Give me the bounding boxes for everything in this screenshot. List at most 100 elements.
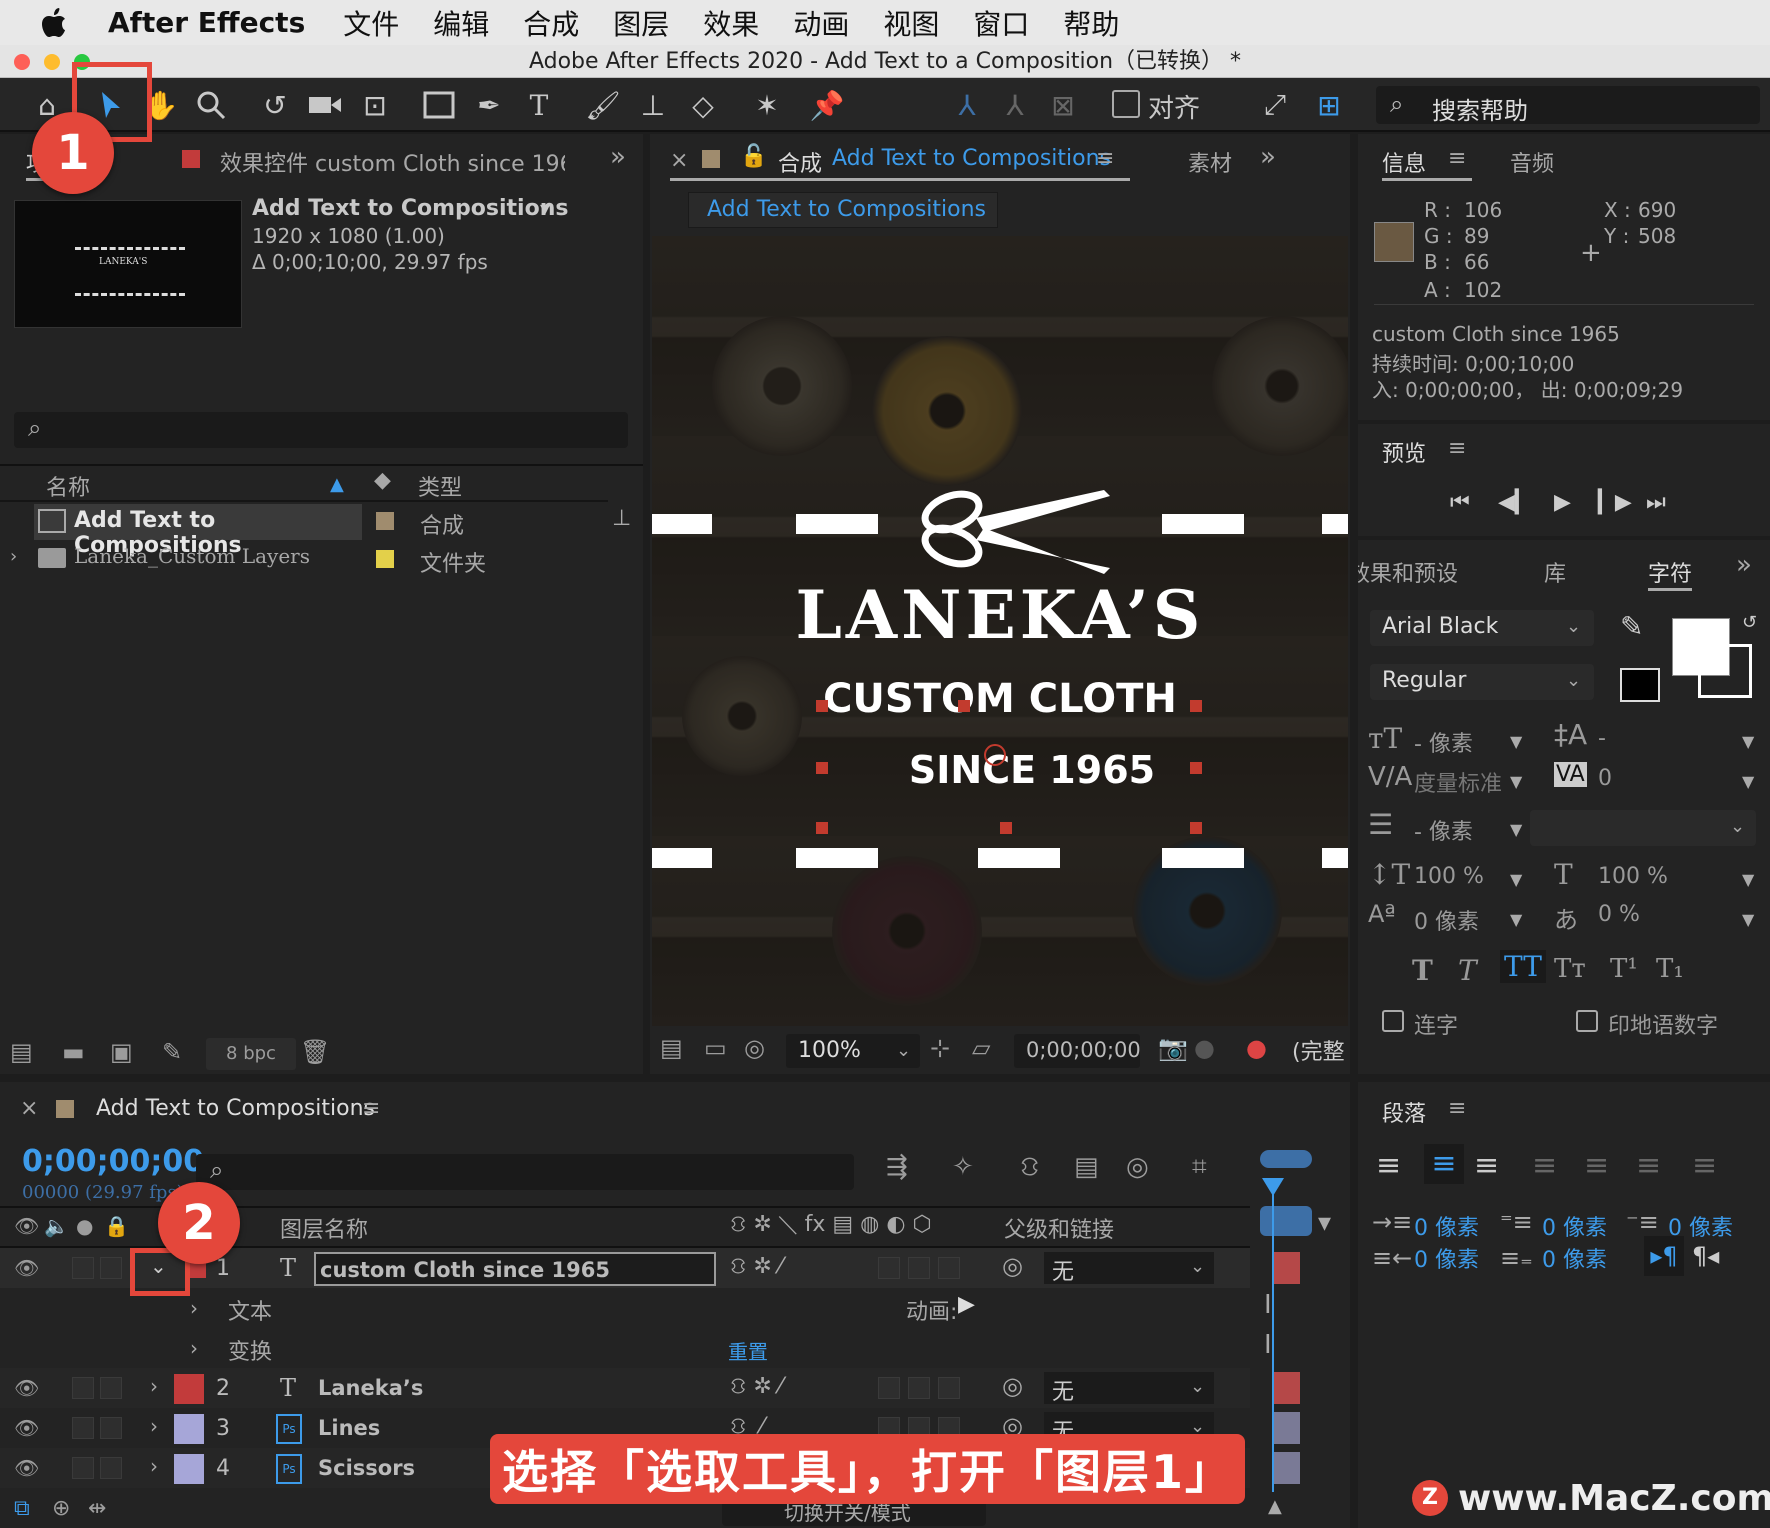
last-frame-icon[interactable]: ⏭: [1646, 490, 1666, 515]
small-caps-icon[interactable]: Tт: [1554, 954, 1586, 984]
pan-behind-tool-icon[interactable]: ⊡: [356, 86, 394, 124]
panel-menu-icon[interactable]: ≡: [362, 1096, 380, 1121]
align-right-icon[interactable]: ≡: [1474, 1148, 1499, 1183]
bounding-handle[interactable]: [816, 700, 828, 712]
project-search-input[interactable]: ⌕: [14, 412, 628, 448]
grid-guides-icon[interactable]: ⊹: [930, 1034, 950, 1062]
zoom-out-icon[interactable]: ▲: [1268, 1496, 1282, 1517]
bounding-handle[interactable]: [1190, 822, 1202, 834]
label-color-chip[interactable]: [174, 1374, 204, 1404]
pen-tool-icon[interactable]: ✒: [470, 86, 508, 124]
column-name[interactable]: 名称: [46, 470, 90, 502]
menu-app-name[interactable]: After Effects: [108, 6, 305, 39]
label-color-chip[interactable]: [174, 1414, 204, 1444]
tab-character[interactable]: 字符: [1648, 556, 1692, 588]
bit-depth-button[interactable]: 8 bpc: [206, 1038, 296, 1070]
expand-arrow-icon[interactable]: ›: [150, 1414, 158, 1438]
switch-toggle[interactable]: [878, 1257, 900, 1279]
bounding-handle[interactable]: [1190, 762, 1202, 774]
apple-icon[interactable]: [0, 0, 108, 45]
chevron-down-icon[interactable]: ▼: [1742, 732, 1754, 751]
panel-menu-icon[interactable]: ≡: [1096, 146, 1114, 171]
stroke-style-select[interactable]: ⌄: [1530, 810, 1756, 846]
new-composition-icon[interactable]: ▣: [110, 1038, 133, 1066]
expand-arrow-icon[interactable]: ›: [150, 1374, 158, 1398]
switch-toggle[interactable]: [908, 1377, 930, 1399]
layer-name[interactable]: Scissors: [318, 1456, 415, 1480]
tagline-text-2[interactable]: SINCE 1965: [652, 748, 1272, 792]
align-left-icon[interactable]: ≡: [1376, 1148, 1401, 1183]
pick-whip-icon[interactable]: ◎: [1002, 1252, 1023, 1280]
switch-toggle[interactable]: [908, 1257, 930, 1279]
comment-marker-icon[interactable]: ▾: [1318, 1208, 1331, 1238]
rectangle-tool-icon[interactable]: [420, 86, 458, 124]
roto-brush-tool-icon[interactable]: ✶: [748, 86, 786, 124]
indent-left-value[interactable]: 0 像素: [1414, 1210, 1479, 1242]
anchor-point-icon[interactable]: [984, 744, 1006, 766]
label-color-chip[interactable]: [174, 1454, 204, 1484]
tracking-value[interactable]: 0: [1598, 766, 1612, 791]
tab-footage[interactable]: 素材: [1188, 146, 1232, 178]
tab-effect-controls[interactable]: 效果控件 custom Cloth since 1965: [220, 146, 565, 178]
menu-help[interactable]: 帮助: [1063, 3, 1119, 43]
column-parent[interactable]: 父级和链接: [1004, 1212, 1114, 1244]
motion-blur-icon[interactable]: ◎: [1126, 1152, 1149, 1182]
flowchart-icon[interactable]: ⊥: [612, 506, 631, 531]
zoom-select[interactable]: 100% ⌄: [786, 1034, 920, 1068]
swap-colors-icon[interactable]: ↺: [1742, 612, 1757, 633]
project-item-comp[interactable]: Add Text to Compositions: [34, 504, 362, 558]
menu-effect[interactable]: 效果: [703, 3, 759, 43]
axis-world-icon[interactable]: ⅄: [996, 86, 1034, 124]
menu-view[interactable]: 视图: [883, 3, 939, 43]
timeline-tab-name[interactable]: Add Text to Compositions: [96, 1096, 375, 1121]
interpret-footage-icon[interactable]: ▤: [10, 1038, 33, 1066]
bounding-handle[interactable]: [816, 762, 828, 774]
first-frame-icon[interactable]: ⏮: [1450, 490, 1470, 515]
panel-menu-icon[interactable]: ≡: [1448, 1096, 1466, 1121]
chevron-down-icon[interactable]: ▼: [1742, 772, 1754, 791]
close-tab-icon[interactable]: ×: [670, 148, 688, 173]
project-item-label[interactable]: Laneka_Custom Layers: [74, 544, 310, 568]
stroke-width-value[interactable]: - 像素: [1414, 814, 1473, 846]
comp-viewer[interactable]: LANEKA’S CUSTOM CLOTH SINCE 1965: [652, 236, 1348, 1026]
font-style-select[interactable]: Regular ⌄: [1370, 664, 1594, 700]
frame-blending-icon[interactable]: ▤: [1074, 1152, 1099, 1182]
eraser-tool-icon[interactable]: ◇: [684, 86, 722, 124]
superscript-icon[interactable]: T¹: [1610, 954, 1638, 984]
axis-local-icon[interactable]: ⅄: [948, 86, 986, 124]
always-preview-icon[interactable]: ▤: [660, 1034, 683, 1062]
close-window-button[interactable]: [14, 54, 30, 70]
lock-toggle[interactable]: [100, 1417, 122, 1439]
comp-mini-flowchart-icon[interactable]: ⇶: [886, 1152, 908, 1182]
column-type[interactable]: 类型: [418, 470, 462, 502]
expand-arrow-icon[interactable]: ›: [10, 546, 17, 567]
left-to-right-icon[interactable]: ▸¶: [1644, 1236, 1684, 1276]
shy-icon[interactable]: ⛻: [1020, 1152, 1039, 1186]
bounding-handle[interactable]: [958, 700, 970, 712]
right-to-left-icon[interactable]: ¶◂: [1692, 1242, 1719, 1270]
previous-frame-icon[interactable]: ◀▎: [1498, 490, 1532, 515]
layer-bar-3[interactable]: [1274, 1412, 1300, 1444]
kerning-value[interactable]: 度量标准: [1414, 766, 1502, 798]
menu-layer[interactable]: 图层: [613, 3, 669, 43]
expand-arrow-icon[interactable]: ›: [190, 1296, 198, 1320]
puppet-tool-icon[interactable]: 📌: [808, 86, 846, 124]
draft-3d-icon[interactable]: ✧: [952, 1152, 974, 1182]
justify-right-icon[interactable]: ≡: [1636, 1148, 1661, 1183]
switch-toggle[interactable]: [938, 1377, 960, 1399]
type-tool-icon[interactable]: T: [520, 86, 558, 124]
resolution-select[interactable]: (完整: [1292, 1034, 1345, 1066]
bounding-handle[interactable]: [1000, 822, 1012, 834]
align-center-icon[interactable]: ≡: [1424, 1144, 1464, 1184]
tab-libraries[interactable]: 库: [1544, 556, 1566, 588]
hindi-digits-checkbox[interactable]: [1576, 1010, 1598, 1032]
tab-audio[interactable]: 音频: [1510, 146, 1554, 178]
layer-name-field[interactable]: custom Cloth since 1965: [314, 1252, 716, 1286]
chevron-down-icon[interactable]: ▾: [540, 196, 550, 220]
timeline-search-input[interactable]: ⌕: [196, 1154, 854, 1190]
layer-switches-pane-icon[interactable]: ⧉: [14, 1496, 30, 1521]
menu-animation[interactable]: 动画: [793, 3, 849, 43]
parent-select[interactable]: 无 ⌄: [1044, 1252, 1214, 1285]
graph-editor-icon[interactable]: ⌗: [1192, 1152, 1207, 1183]
snapshot-icon[interactable]: 📷: [1158, 1034, 1188, 1062]
